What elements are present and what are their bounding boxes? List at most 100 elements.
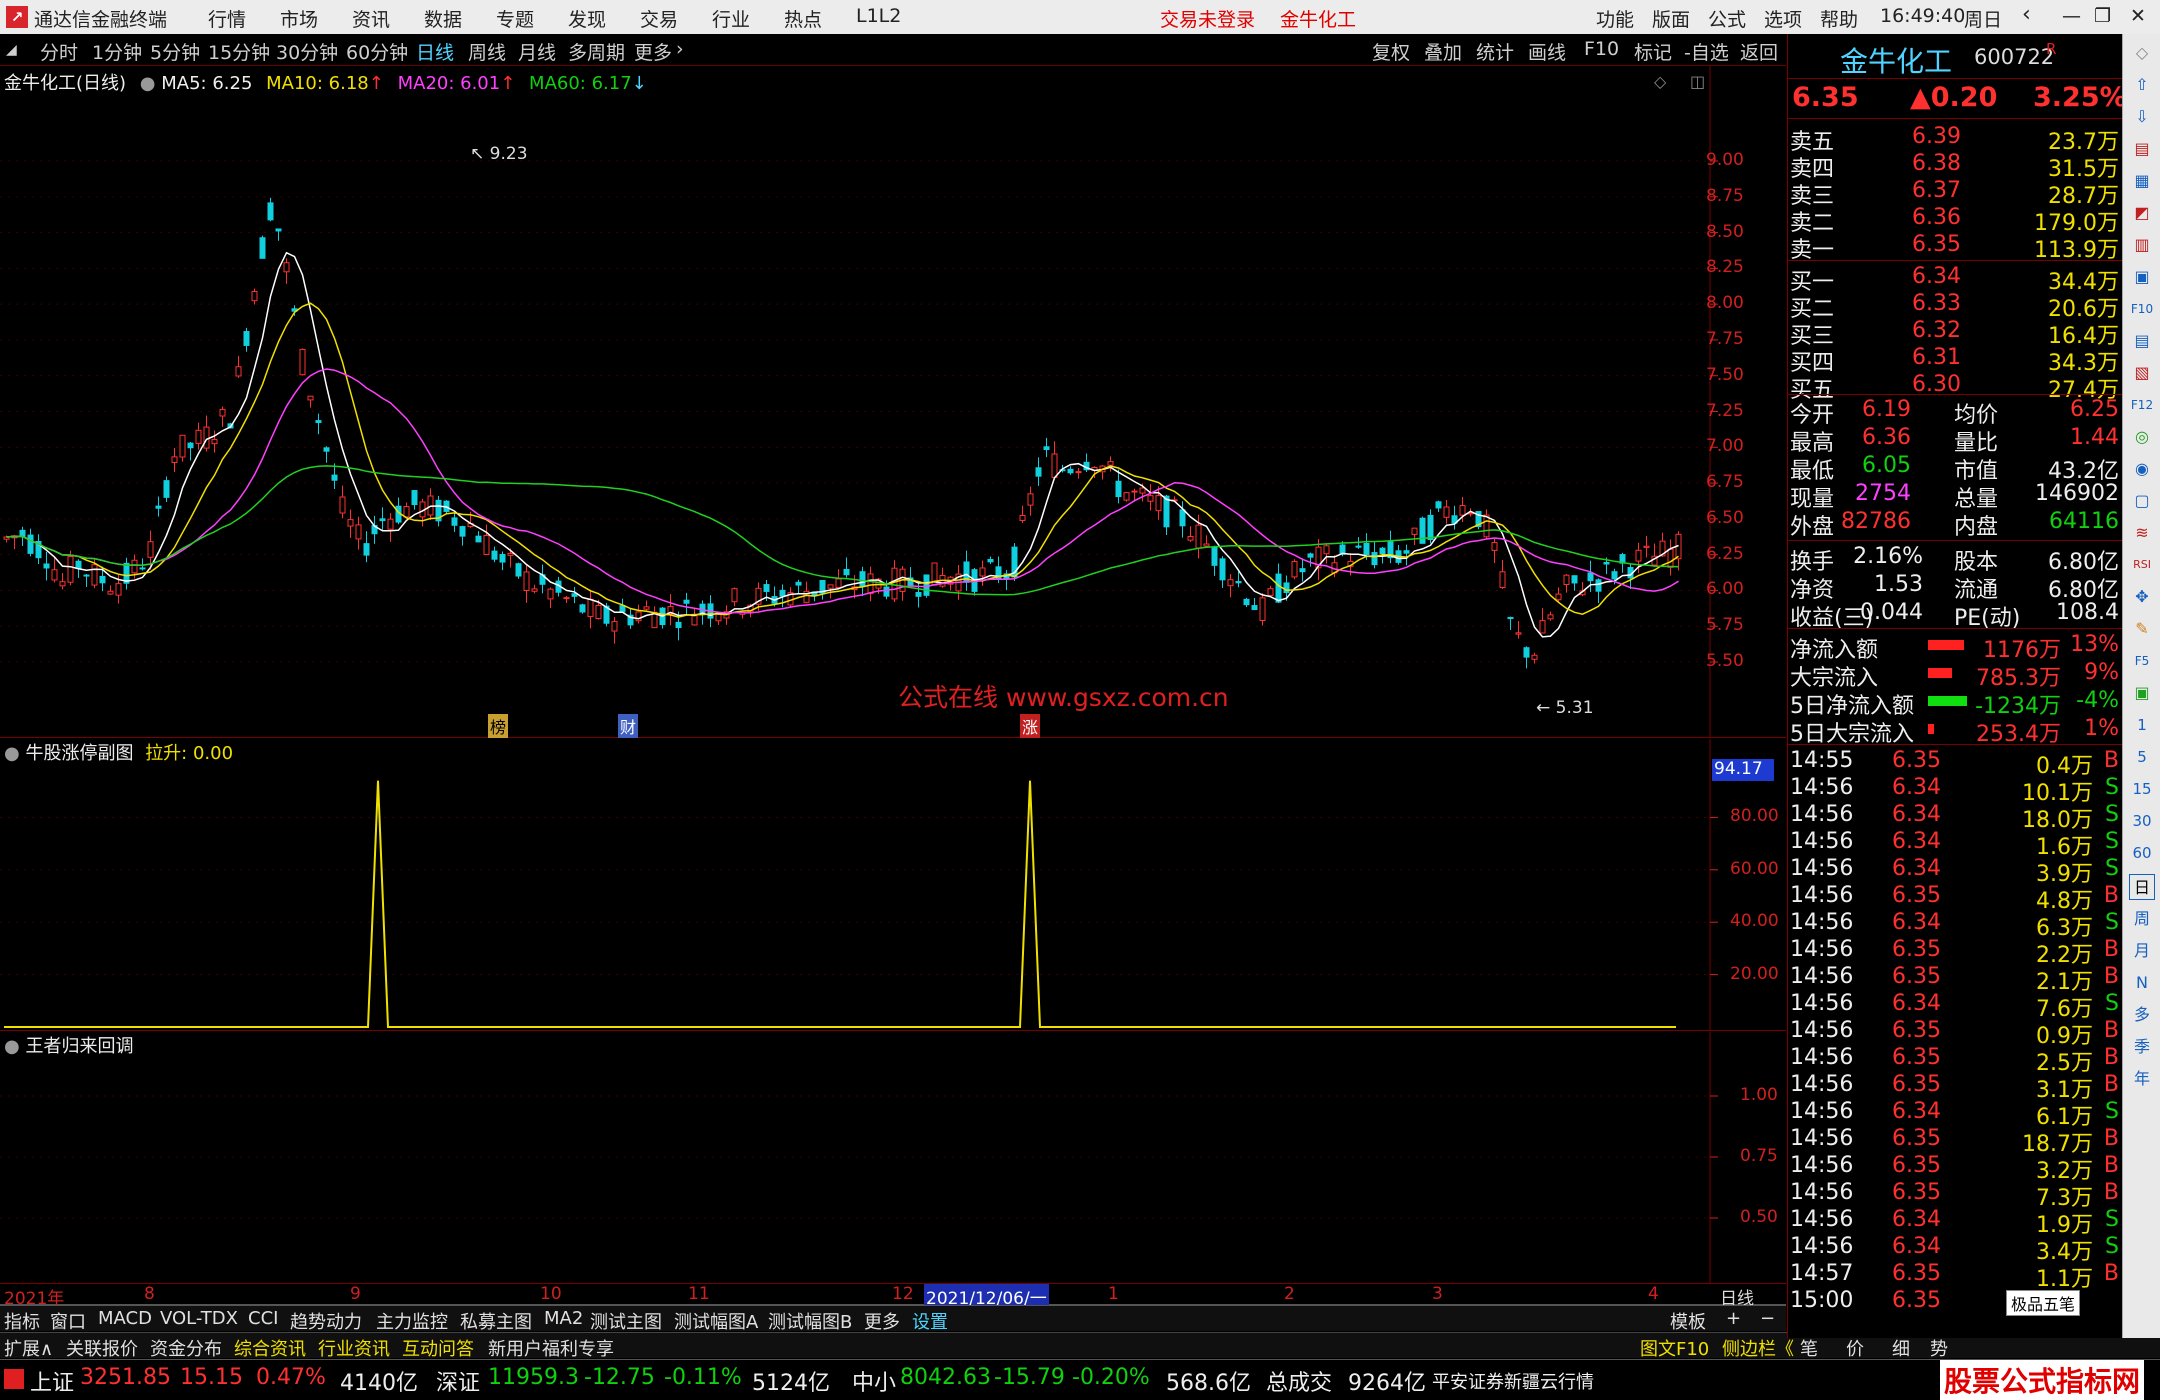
menu-item[interactable]: 功能 (1596, 5, 1634, 32)
candle-body (188, 443, 193, 448)
candle-body (492, 551, 497, 559)
main-kline-pane[interactable]: 金牛化工(日线) ● MA5: 6.25 MA10: 6.18↑ MA20: 6… (0, 66, 1786, 738)
marker-bang[interactable]: 榜 (488, 714, 508, 738)
y-tick-label: 8.25 (1706, 257, 1744, 277)
login-status[interactable]: 交易未登录 (1160, 5, 1255, 32)
period-tab[interactable]: 月线 (518, 38, 556, 65)
candle-body (620, 606, 625, 612)
settings-icon[interactable]: ● (4, 743, 20, 764)
menu-item[interactable]: 数据 (424, 5, 462, 32)
period-bar: ◢ 分时 1分钟 5分钟 15分钟 30分钟 60分钟 日线 周线 月线 多周期… (0, 34, 1786, 66)
candle-body (1276, 574, 1281, 602)
high-price-label: ↖ 9.23 (470, 144, 528, 164)
menu-item[interactable]: 市场 (280, 5, 318, 32)
period-tab[interactable]: 周线 (468, 38, 506, 65)
pullback-chart[interactable] (0, 1032, 1786, 1284)
candle-body (924, 575, 929, 595)
toolbar-button[interactable]: -自选 (1684, 38, 1729, 65)
period-tab[interactable]: 分时 (40, 38, 78, 65)
ma10-up-arrow-icon: ↑ (369, 73, 384, 94)
candle-body (548, 589, 553, 599)
candle-body (236, 367, 241, 376)
back-icon[interactable]: ‹ (2022, 2, 2031, 27)
diamond-icon[interactable]: ◇ (1654, 72, 1666, 91)
toolbar-button[interactable]: 复权 (1372, 38, 1410, 65)
menu-item[interactable]: 交易 (640, 5, 678, 32)
close-icon[interactable]: ✕ (2130, 5, 2146, 27)
candle-body (1028, 494, 1033, 505)
candle-body (476, 536, 481, 542)
limitup-chart[interactable] (0, 739, 1786, 1031)
menu-item[interactable]: 资讯 (352, 5, 390, 32)
settings-icon[interactable]: ● (140, 73, 156, 94)
candle-body (1036, 468, 1041, 476)
candle-body (572, 594, 577, 597)
candle-body (916, 593, 921, 597)
candle-body (84, 575, 89, 576)
sub-chart-limitup[interactable]: ● 牛股涨停副图 拉升: 0.00 94.17 80.0060.0040.002… (0, 739, 1786, 1031)
period-tab[interactable]: 30分钟 (276, 38, 338, 65)
candle-body (132, 560, 137, 573)
menu-item[interactable]: 版面 (1652, 5, 1690, 32)
toolbar-button[interactable]: 标记 (1634, 38, 1672, 65)
toolbar-button[interactable]: 返回 (1740, 38, 1778, 65)
candle-body (588, 599, 593, 616)
minimize-icon[interactable]: — (2062, 5, 2081, 27)
candle-body (676, 622, 681, 627)
marker-zhang[interactable]: 涨 (1020, 714, 1040, 738)
menu-item[interactable]: 行业 (712, 5, 750, 32)
chevron-right-icon[interactable]: › (676, 38, 684, 60)
candle-body (1020, 516, 1025, 521)
candle-body (260, 238, 265, 259)
toolbar-button[interactable]: 叠加 (1424, 38, 1462, 65)
toolbar-button[interactable]: 统计 (1476, 38, 1514, 65)
candle-body (980, 568, 985, 576)
y-tick-label: 40.00 (1730, 911, 1779, 931)
menu-item[interactable]: 帮助 (1820, 5, 1858, 32)
candle-body (1404, 551, 1409, 553)
menu-item[interactable]: 发现 (568, 5, 606, 32)
candle-body (196, 430, 201, 443)
candle-body (308, 396, 313, 400)
ma10-label: MA10: 6.18 (266, 73, 369, 94)
candle-body (164, 481, 169, 498)
menu-item[interactable]: 热点 (784, 5, 822, 32)
period-tab[interactable]: 15分钟 (208, 38, 270, 65)
period-tab-active[interactable]: 日线 (416, 38, 454, 65)
candle-body (684, 600, 689, 603)
menu-item[interactable]: 专题 (496, 5, 534, 32)
y-tick-label: 8.50 (1706, 222, 1744, 242)
candle-body (612, 622, 617, 631)
marker-cai[interactable]: 财 (618, 714, 638, 738)
candle-body (1604, 562, 1609, 564)
period-tab[interactable]: 多周期 (568, 38, 625, 65)
toolbar-button[interactable]: 画线 (1528, 38, 1566, 65)
candle-body (1364, 543, 1369, 554)
sub-chart-pullback[interactable]: ● 王者归来回调 1.000.750.50 (0, 1032, 1786, 1284)
period-tab[interactable]: 1分钟 (92, 38, 142, 65)
y-tick-label: 20.00 (1730, 964, 1779, 984)
menu-item[interactable]: 选项 (1764, 5, 1802, 32)
menu-item[interactable]: L1L2 (856, 5, 901, 27)
period-tab[interactable]: 5分钟 (150, 38, 200, 65)
y-tick-label: 6.25 (1706, 544, 1744, 564)
toolbar-button[interactable]: F10 (1584, 38, 1619, 60)
candle-body (1668, 549, 1673, 567)
panel-icon[interactable]: ◫ (1690, 72, 1705, 91)
candle-body (460, 527, 465, 537)
candle-body (1500, 572, 1505, 588)
candle-body (1548, 615, 1553, 619)
menu-item[interactable]: 行情 (208, 5, 246, 32)
candle-body (364, 544, 369, 555)
sub1-value: 拉升: 0.00 (145, 743, 233, 764)
app-title: 通达信金融终端 (34, 5, 167, 32)
period-tab[interactable]: 更多 (634, 38, 672, 65)
y-tick-label: 6.75 (1706, 472, 1744, 492)
kline-chart[interactable] (0, 66, 1786, 738)
candle-body (596, 605, 601, 618)
menu-triangle-icon[interactable]: ◢ (6, 42, 17, 58)
restore-icon[interactable]: ❐ (2094, 5, 2111, 27)
period-tab[interactable]: 60分钟 (346, 38, 408, 65)
candle-body (156, 506, 161, 508)
menu-item[interactable]: 公式 (1708, 5, 1746, 32)
